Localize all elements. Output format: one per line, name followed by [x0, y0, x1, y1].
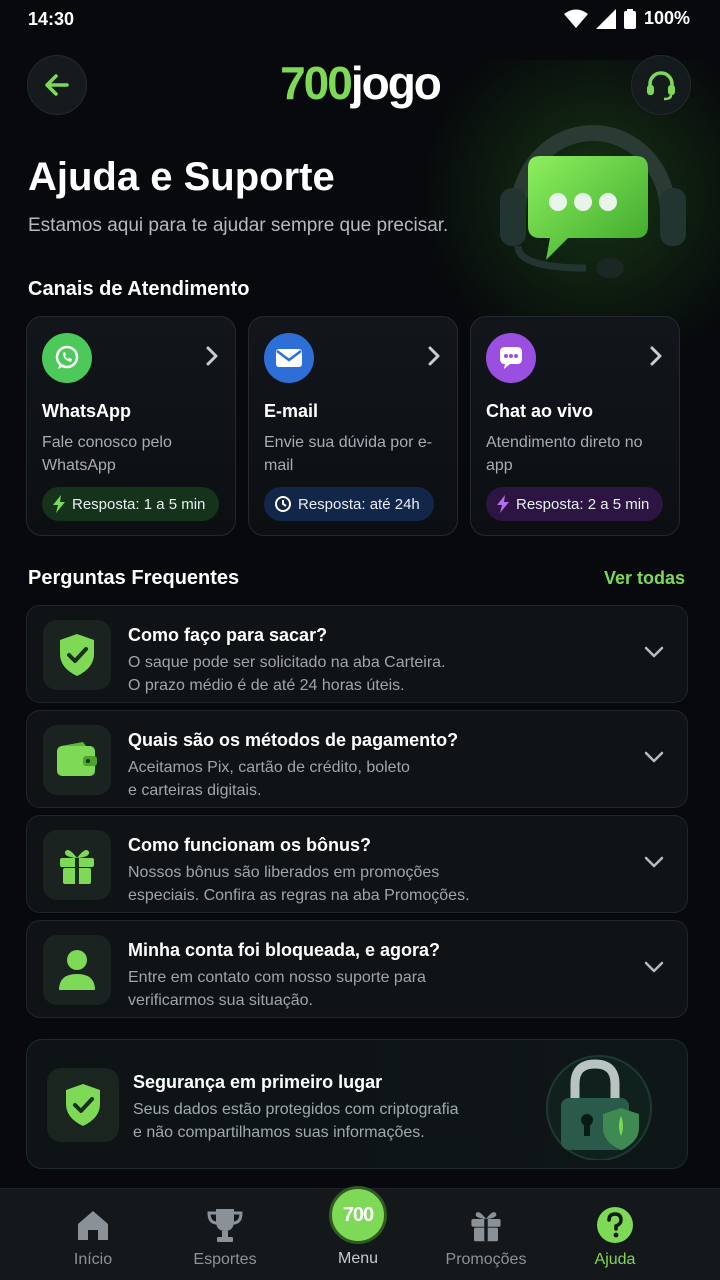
- chevron-right-icon: [650, 346, 662, 366]
- nav-help[interactable]: Ajuda: [560, 1189, 670, 1280]
- channel-name: Chat ao vivo: [486, 401, 594, 421]
- page-subtitle: Estamos aqui para te ajudar sempre que p…: [28, 215, 449, 236]
- faq-question: Como faço para sacar?: [128, 625, 328, 645]
- menu-button[interactable]: 700: [329, 1186, 387, 1244]
- faq-item-account-blocked[interactable]: Minha conta foi bloqueada, e agora? Entr…: [26, 920, 688, 1018]
- security-text-line: e não compartilhamos suas informações.: [133, 1124, 425, 1141]
- nav-home-label: Início: [73, 1251, 113, 1268]
- signal-icon: [595, 8, 616, 29]
- faq-icon-box: [43, 830, 111, 900]
- channel-card-email[interactable]: E-mail Envie sua dúvida por e-mail Respo…: [248, 316, 458, 536]
- headset-icon: [647, 71, 675, 101]
- nav-home[interactable]: Início: [38, 1189, 148, 1280]
- chevron-down-icon[interactable]: [643, 960, 665, 974]
- response-time-badge: Resposta: 2 a 5 min: [486, 487, 664, 521]
- faq-answer-line: Nossos bônus são liberados em promoções: [128, 864, 440, 881]
- trophy-icon: [205, 1205, 245, 1245]
- badge-text: Resposta: até 24h: [298, 495, 420, 513]
- nav-sports-label: Esportes: [193, 1251, 257, 1268]
- nav-help-label: Ajuda: [594, 1251, 636, 1268]
- security-text: Seus dados estão protegidos com criptogr…: [133, 1098, 493, 1144]
- faq-answer-line: Aceitamos Pix, cartão de crédito, boleto: [128, 759, 410, 776]
- security-text-line: Seus dados estão protegidos com criptogr…: [133, 1101, 459, 1118]
- shield-check-icon: [66, 1084, 100, 1126]
- faq-item-payment-methods[interactable]: Quais são os métodos de pagamento? Aceit…: [26, 710, 688, 808]
- brand-logo: 700jogo: [0, 56, 720, 110]
- help-icon: [595, 1205, 635, 1245]
- security-title: Segurança em primeiro lugar: [133, 1072, 383, 1092]
- channel-name: WhatsApp: [42, 401, 131, 421]
- user-icon: [59, 950, 95, 990]
- shield-check-icon: [60, 634, 94, 676]
- channel-card-whatsapp[interactable]: WhatsApp Fale conosco pelo WhatsApp Resp…: [26, 316, 236, 536]
- support-chat-illustration: [500, 125, 686, 278]
- see-all-link[interactable]: Ver todas: [604, 568, 685, 589]
- lightning-icon: [497, 495, 509, 513]
- channel-name: E-mail: [264, 401, 319, 421]
- chevron-down-icon[interactable]: [643, 750, 665, 764]
- lightning-icon: [53, 495, 65, 513]
- faq-answer-line: verificarmos sua situação.: [128, 992, 313, 1009]
- channel-desc: Fale conosco pelo WhatsApp: [42, 434, 172, 474]
- status-indicators: 100%: [563, 8, 690, 29]
- home-icon: [73, 1205, 113, 1245]
- security-icon-box: [47, 1068, 119, 1142]
- faq-question: Quais são os métodos de pagamento?: [128, 730, 459, 750]
- channel-desc: Envie sua dúvida por e-mail: [264, 434, 433, 474]
- support-button[interactable]: [631, 55, 691, 115]
- faq-title: Perguntas Frequentes: [28, 567, 240, 589]
- clock-icon: [275, 496, 291, 512]
- page-title: Ajuda e Suporte: [28, 155, 335, 199]
- wallet-icon: [57, 742, 97, 776]
- faq-icon-box: [43, 935, 111, 1005]
- faq-question: Como funcionam os bônus?: [128, 835, 371, 855]
- nav-sports[interactable]: Esportes: [170, 1189, 280, 1280]
- channels-title: Canais de Atendimento: [28, 278, 250, 300]
- faq-icon-box: [43, 620, 111, 690]
- faq-answer-line: O prazo médio é de até 24 horas úteis.: [128, 677, 405, 694]
- wifi-icon: [563, 9, 588, 28]
- menu-label: Menu: [337, 1250, 379, 1267]
- status-time: 14:30: [28, 9, 75, 29]
- chevron-down-icon[interactable]: [643, 645, 665, 659]
- chat-icon: [486, 333, 536, 383]
- faq-answer: Entre em contato com nosso suporte para v…: [128, 966, 548, 1012]
- logo-word: jogo: [350, 57, 442, 109]
- nav-promotions[interactable]: Promoções: [431, 1189, 541, 1280]
- faq-question: Minha conta foi bloqueada, e agora?: [128, 940, 441, 960]
- gift-icon: [60, 850, 94, 884]
- faq-answer-line: especiais. Confira as regras na aba Prom…: [128, 887, 470, 904]
- chevron-right-icon: [206, 346, 218, 366]
- security-card: Segurança em primeiro lugar Seus dados e…: [26, 1039, 688, 1169]
- faq-answer: Nossos bônus são liberados em promoções e…: [128, 861, 548, 907]
- faq-answer-line: e carteiras digitais.: [128, 782, 262, 799]
- faq-item-withdraw[interactable]: Como faço para sacar? O saque pode ser s…: [26, 605, 688, 703]
- faq-answer: O saque pode ser solicitado na aba Carte…: [128, 651, 548, 697]
- channel-card-live-chat[interactable]: Chat ao vivo Atendimento direto no app R…: [470, 316, 680, 536]
- nav-promotions-label: Promoções: [445, 1251, 527, 1268]
- badge-text: Resposta: 1 a 5 min: [72, 495, 206, 513]
- faq-answer: Aceitamos Pix, cartão de crédito, boleto…: [128, 756, 548, 802]
- faq-answer-line: Entre em contato com nosso suporte para: [128, 969, 426, 986]
- battery-icon: [623, 8, 636, 29]
- badge-text: Resposta: 2 a 5 min: [516, 495, 650, 513]
- logo-number: 700: [280, 57, 353, 109]
- padlock-icon: [546, 1055, 652, 1160]
- response-time-badge: Resposta: até 24h: [264, 487, 434, 521]
- faq-icon-box: [43, 725, 111, 795]
- mail-icon: [264, 333, 314, 383]
- channel-desc: Atendimento direto no app: [486, 434, 643, 474]
- gift-icon: [466, 1205, 506, 1245]
- chevron-right-icon: [428, 346, 440, 366]
- chevron-down-icon[interactable]: [643, 855, 665, 869]
- faq-answer-line: O saque pode ser solicitado na aba Carte…: [128, 654, 446, 671]
- battery-level: 100%: [643, 8, 690, 28]
- faq-item-bonus[interactable]: Como funcionam os bônus? Nossos bônus sã…: [26, 815, 688, 913]
- response-time-badge: Resposta: 1 a 5 min: [42, 487, 220, 521]
- whatsapp-icon: [42, 333, 92, 383]
- status-bar: 14:30 100%: [0, 0, 720, 40]
